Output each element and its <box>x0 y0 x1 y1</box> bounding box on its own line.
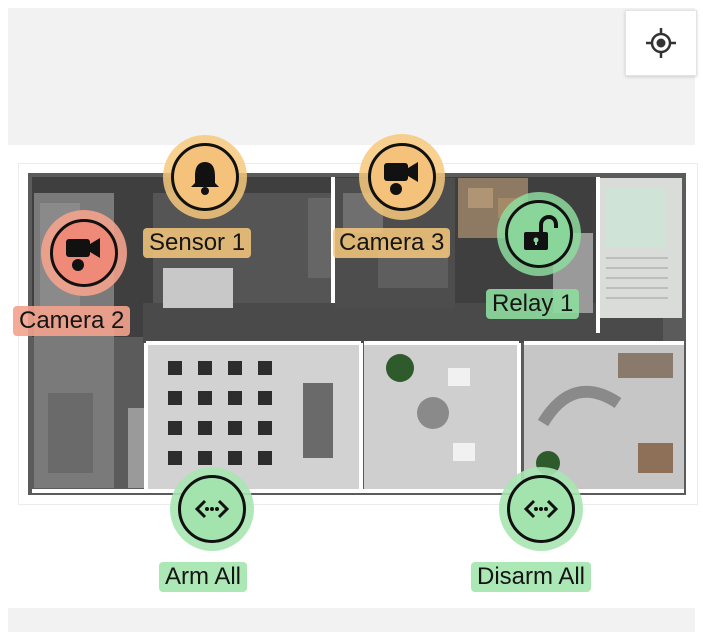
locate-button[interactable] <box>625 10 697 76</box>
arm-all-button[interactable] <box>170 467 254 551</box>
code-arrows-icon <box>194 499 230 519</box>
camera-3-marker[interactable] <box>359 134 445 220</box>
disarm-all-button[interactable] <box>499 467 583 551</box>
top-panel <box>8 8 697 145</box>
video-camera-icon <box>66 238 100 271</box>
unlock-icon <box>524 214 558 250</box>
camera-2-label: Camera 2 <box>13 306 131 336</box>
code-arrows-icon <box>523 499 559 519</box>
marker-core <box>507 475 575 543</box>
bottom-panel <box>8 608 695 632</box>
marker-core <box>368 143 436 211</box>
marker-core <box>50 219 118 287</box>
disarm-all-label[interactable]: Disarm All <box>471 562 592 592</box>
camera-3-label: Camera 3 <box>333 228 451 258</box>
camera-2-marker[interactable] <box>41 210 127 296</box>
relay-1-label: Relay 1 <box>486 289 580 319</box>
crosshair-icon <box>646 28 676 58</box>
marker-core <box>171 143 239 211</box>
dashboard-page: Sensor 1 Camera 3 Camera 2 Relay 1 Arm A… <box>0 0 703 632</box>
video-camera-icon <box>384 162 418 195</box>
marker-core <box>178 475 246 543</box>
arm-all-label[interactable]: Arm All <box>159 562 248 592</box>
sensor-1-marker[interactable] <box>163 135 247 219</box>
sensor-1-label: Sensor 1 <box>143 228 252 258</box>
relay-1-marker[interactable] <box>497 192 581 276</box>
bell-icon <box>191 162 219 195</box>
marker-core <box>505 200 573 268</box>
